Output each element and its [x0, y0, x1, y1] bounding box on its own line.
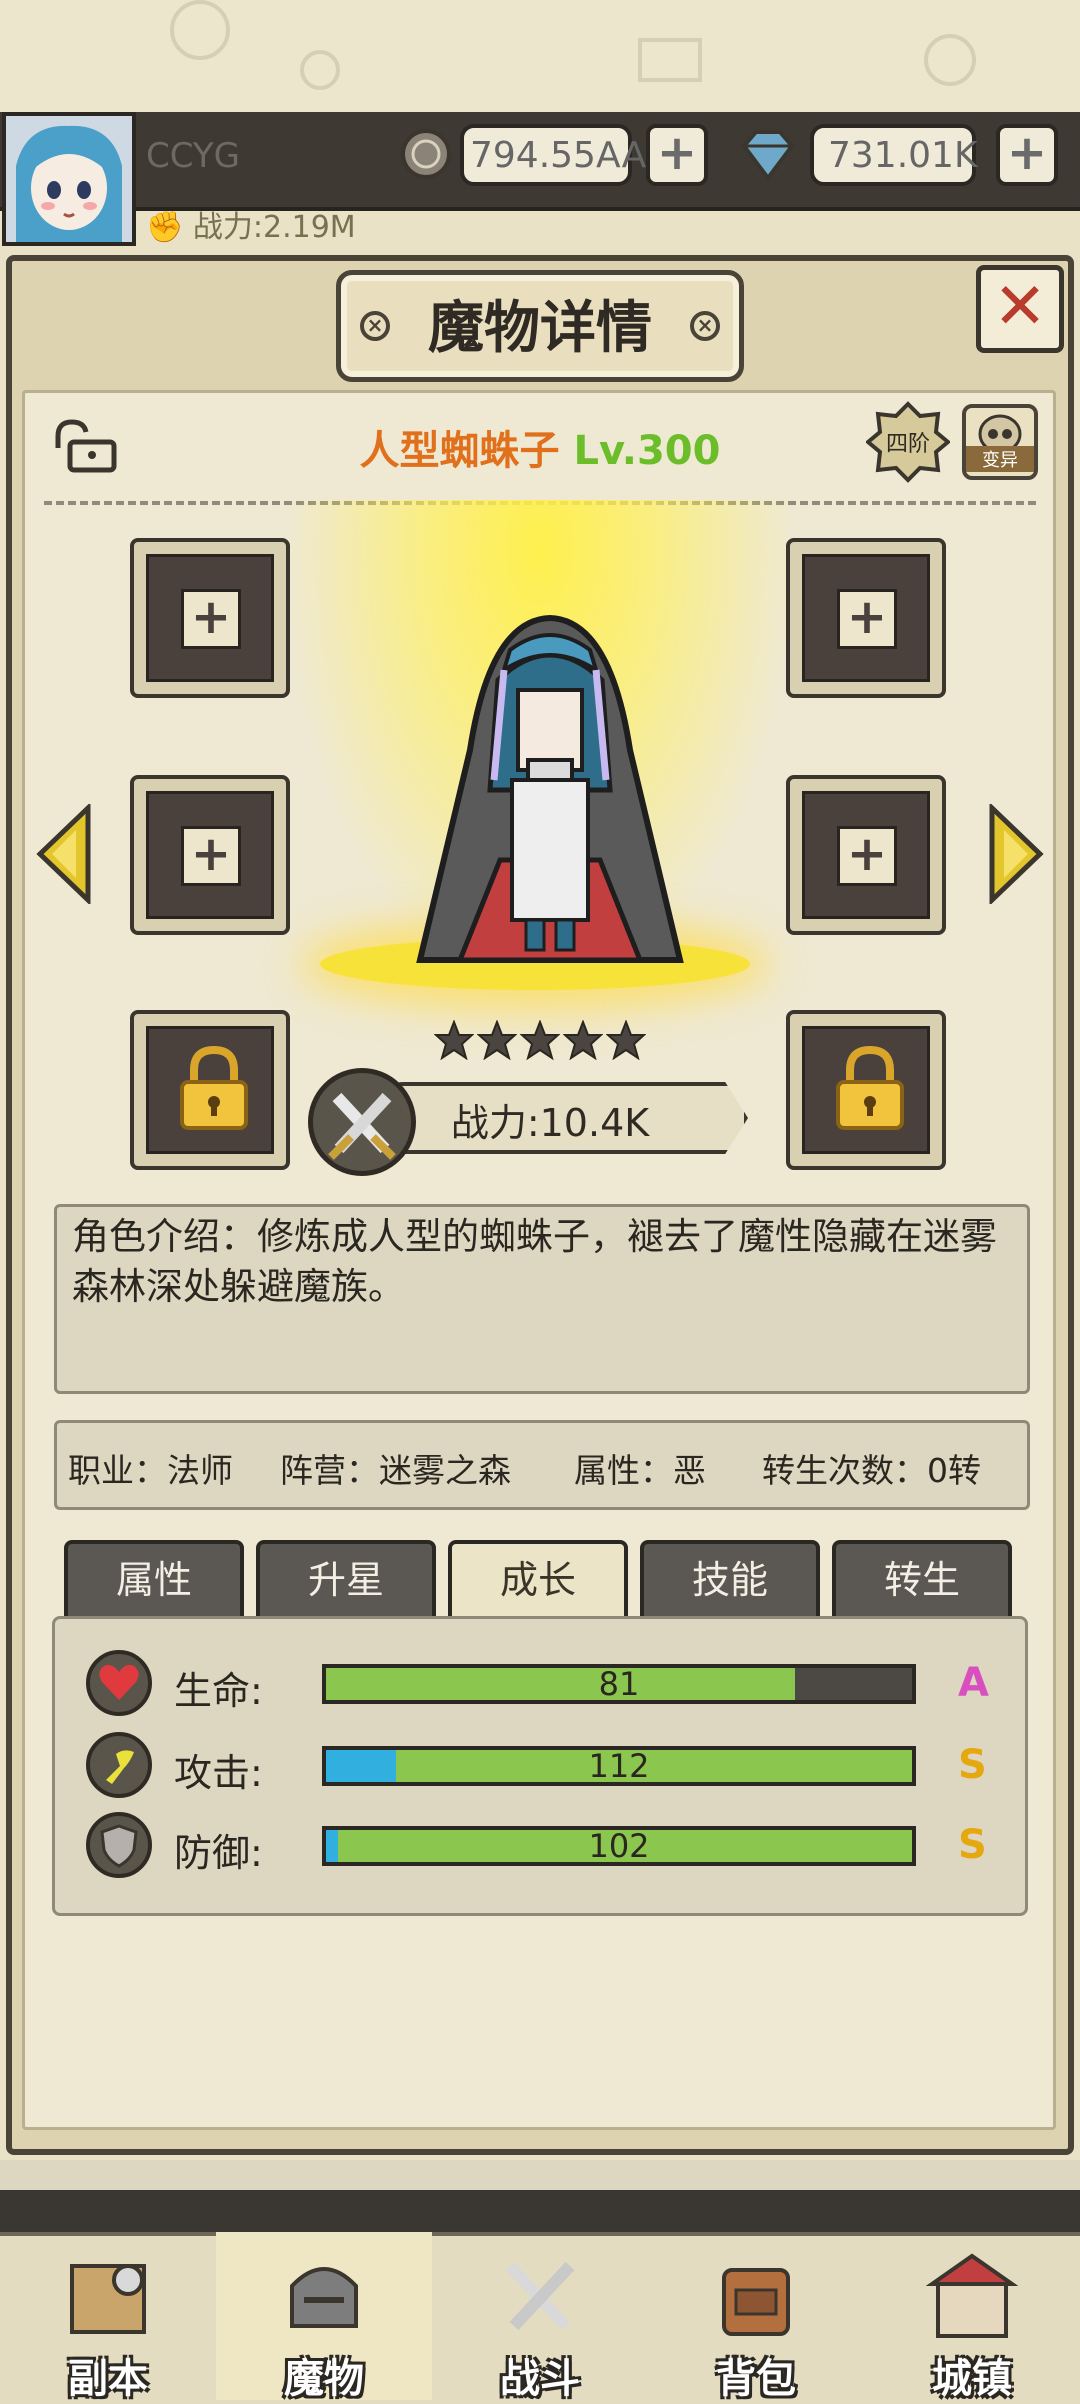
star-rating: [434, 1020, 654, 1062]
star-icon: [520, 1020, 560, 1060]
nav-monster[interactable]: 魔物: [216, 2232, 432, 2402]
add-gold-button[interactable]: +: [646, 124, 708, 186]
rebirth-info: 转生次数：0转: [762, 1451, 981, 1490]
nav-monster-label: 魔物: [284, 2356, 364, 2402]
defense-grade: S: [958, 1822, 987, 1868]
add-gem-button[interactable]: +: [996, 124, 1058, 186]
gold-coin-icon: [400, 128, 452, 180]
hp-label: 生命:: [174, 1669, 263, 1713]
shield-icon: [86, 1812, 152, 1878]
star-icon: [606, 1020, 646, 1060]
add-equip-icon: +: [181, 826, 241, 886]
tab-attributes[interactable]: 属性: [64, 1540, 244, 1620]
attack-icon: [86, 1732, 152, 1798]
bottom-divider: [0, 2190, 1080, 2238]
hp-value: 81: [598, 1665, 640, 1703]
map-icon: [70, 2264, 146, 2334]
tab-star-up[interactable]: 升星: [256, 1540, 436, 1620]
heart-icon: [86, 1650, 152, 1716]
backpack-icon: [722, 2268, 790, 2336]
monster-level: Lv.300: [573, 428, 721, 474]
gold-amount: 794.55AA: [460, 124, 646, 186]
star-icon: [477, 1020, 517, 1060]
mutate-text: 变异: [966, 446, 1034, 472]
equip-slot-3[interactable]: +: [130, 775, 290, 935]
panel-title: 魔物详情: [428, 296, 652, 361]
unlock-icon[interactable]: [48, 418, 118, 474]
nav-town-label: 城镇: [932, 2356, 1012, 2402]
town-icon: [925, 2253, 1019, 2338]
attack-label: 攻击:: [174, 1751, 263, 1795]
player-name: CCYG: [146, 136, 240, 176]
player-power: ✊ 战力:2.19M: [146, 202, 356, 246]
top-background: [0, 0, 1080, 120]
player-power-text: 战力:2.19M: [192, 210, 356, 245]
attack-value: 112: [588, 1747, 650, 1785]
nav-dungeon-label: 副本: [68, 2356, 148, 2402]
add-equip-icon: +: [837, 826, 897, 886]
defense-value: 102: [588, 1827, 650, 1865]
crossed-swords-icon: [505, 2261, 575, 2331]
next-monster-arrow[interactable]: [988, 802, 1044, 906]
diamond-icon: [736, 128, 800, 182]
job-info: 职业：法师: [68, 1451, 233, 1490]
avatar-portrait: [6, 116, 132, 242]
tab-rebirth[interactable]: 转生: [832, 1540, 1012, 1620]
equip-slot-2[interactable]: +: [786, 538, 946, 698]
tab-growth[interactable]: 成长: [448, 1540, 628, 1620]
hp-grade: A: [958, 1660, 989, 1706]
monster-description: 角色介绍：修炼成人型的蜘蛛子，褪去了魔性隐藏在迷雾森林深处躲避魔族。: [72, 1215, 997, 1308]
tier-badge: 四阶: [864, 400, 952, 484]
prev-monster-arrow[interactable]: [36, 802, 92, 906]
equip-slot-4[interactable]: +: [786, 775, 946, 935]
nav-backpack[interactable]: 背包: [648, 2232, 864, 2402]
gold-amount-text: 794.55AA: [470, 134, 647, 176]
nav-battle[interactable]: 战斗: [432, 2232, 648, 2402]
attribute-info: 属性：恶: [574, 1451, 706, 1490]
locked-slot-1[interactable]: [130, 1010, 290, 1170]
monster-name-text: 人型蜘蛛子: [359, 428, 560, 474]
gem-amount: 731.01K: [810, 124, 978, 186]
locked-slot-2[interactable]: [786, 1010, 946, 1170]
fist-icon: ✊: [146, 210, 184, 245]
player-avatar[interactable]: [2, 112, 136, 246]
tier-text: 四阶: [885, 432, 930, 457]
tab-skills[interactable]: 技能: [640, 1540, 820, 1620]
equip-slot-1[interactable]: +: [130, 538, 290, 698]
background-decoration: [170, 0, 976, 90]
attack-grade: S: [958, 1742, 987, 1788]
nav-dungeon[interactable]: 副本: [0, 2232, 216, 2402]
padlock-icon: [180, 1045, 248, 1130]
add-equip-icon: +: [837, 589, 897, 649]
gem-amount-text: 731.01K: [828, 134, 978, 176]
star-icon: [434, 1020, 474, 1060]
defense-label: 防御:: [174, 1831, 263, 1875]
monster-helmet-icon: [290, 2267, 358, 2328]
mutate-button[interactable]: 变异: [962, 404, 1038, 480]
crossed-swords-icon: [308, 1068, 416, 1176]
add-equip-icon: +: [181, 589, 241, 649]
star-icon: [563, 1020, 603, 1060]
camp-info: 阵营：迷雾之森: [280, 1451, 511, 1490]
nav-town[interactable]: 城镇: [864, 2232, 1080, 2402]
monster-character: [400, 610, 700, 970]
close-button[interactable]: ✕: [976, 265, 1064, 353]
padlock-icon: [836, 1045, 904, 1130]
monster-name: 人型蜘蛛子 Lv.300: [240, 418, 840, 476]
combat-power-text: 战力:10.4K: [450, 1101, 650, 1145]
nav-backpack-label: 背包: [716, 2356, 796, 2402]
nav-battle-label: 战斗: [500, 2356, 580, 2402]
